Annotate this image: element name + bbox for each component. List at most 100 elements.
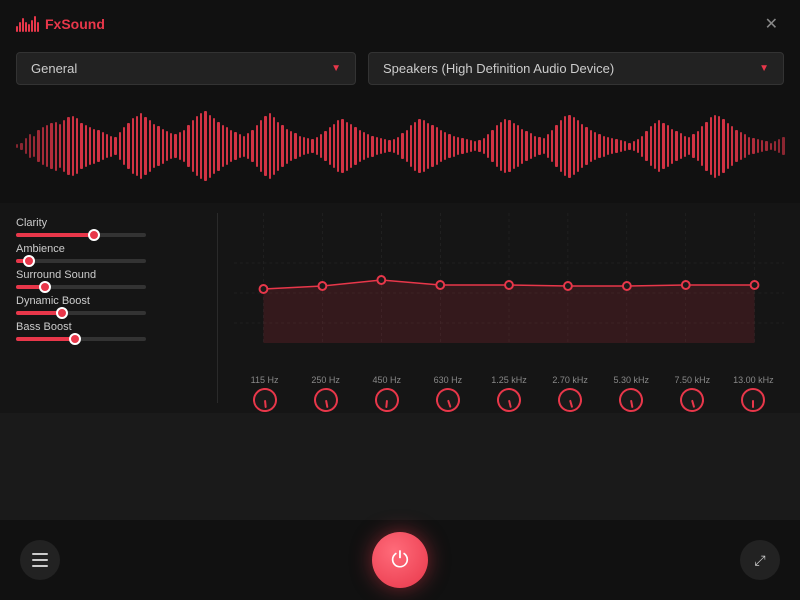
wave-bar xyxy=(688,137,690,156)
wave-bar xyxy=(37,130,39,163)
wave-bar xyxy=(633,141,635,150)
wave-bar xyxy=(680,133,682,159)
wave-bar xyxy=(179,132,181,160)
wave-bar xyxy=(457,137,459,156)
eq-knob-8[interactable] xyxy=(741,388,765,412)
wave-bar xyxy=(239,134,241,157)
preset-dropdown[interactable]: General ▼ xyxy=(16,52,356,85)
sliders-panel: ClarityAmbienceSurround SoundDynamic Boo… xyxy=(16,213,201,403)
wave-bar xyxy=(555,125,557,167)
device-dropdown[interactable]: Speakers (High Definition Audio Device) … xyxy=(368,52,784,85)
equalizer-panel: 115 Hz250 Hz450 Hz630 Hz1.25 kHz2.70 kHz… xyxy=(217,213,784,403)
eq-band-col-5: 2.70 kHz xyxy=(544,375,596,412)
wave-bar xyxy=(483,138,485,154)
slider-track-surround-sound[interactable] xyxy=(16,285,146,289)
wave-bar xyxy=(671,129,673,164)
slider-thumb[interactable] xyxy=(39,281,51,293)
logo-icon xyxy=(16,16,39,32)
wave-bar xyxy=(538,137,540,156)
wave-bar xyxy=(341,119,343,173)
menu-button[interactable] xyxy=(20,540,60,580)
wave-bar xyxy=(174,134,176,157)
wave-bar xyxy=(93,129,95,164)
wave-bar xyxy=(667,125,669,167)
wave-bar xyxy=(765,141,767,150)
eq-band-col-2: 450 Hz xyxy=(361,375,413,412)
wave-bar xyxy=(192,120,194,171)
eq-knob-7[interactable] xyxy=(677,385,707,415)
wave-bar xyxy=(564,116,566,177)
wave-bar xyxy=(692,134,694,157)
wave-bar xyxy=(628,143,630,150)
wave-bar xyxy=(393,139,395,153)
wave-bar xyxy=(551,130,553,163)
wave-bar xyxy=(380,138,382,154)
eq-band-col-4: 1.25 kHz xyxy=(483,375,535,412)
wave-bar xyxy=(525,131,527,161)
wave-bar xyxy=(346,122,348,171)
wave-bar xyxy=(46,125,48,167)
wave-bar xyxy=(294,133,296,159)
wave-bar xyxy=(144,117,146,175)
close-button[interactable]: ✕ xyxy=(759,12,784,36)
wave-bar xyxy=(513,123,515,170)
eq-knob-0[interactable] xyxy=(251,387,277,413)
wave-bar xyxy=(397,137,399,156)
wave-bar xyxy=(594,132,596,160)
wave-bar xyxy=(217,122,219,171)
eq-freq-label-7: 7.50 kHz xyxy=(675,375,711,385)
expand-button[interactable]: ⤢ xyxy=(740,540,780,580)
slider-track-clarity[interactable] xyxy=(16,233,146,237)
wave-bar xyxy=(230,130,232,163)
eq-knob-4[interactable] xyxy=(495,386,524,415)
wave-bar xyxy=(761,140,763,152)
slider-thumb[interactable] xyxy=(88,229,100,241)
wave-bar xyxy=(25,138,27,154)
wave-bar xyxy=(354,127,356,164)
eq-knob-1[interactable] xyxy=(312,386,340,414)
eq-svg xyxy=(234,213,784,373)
wave-bar xyxy=(752,138,754,154)
slider-thumb[interactable] xyxy=(23,255,35,267)
wave-bar xyxy=(316,137,318,156)
wave-bar xyxy=(543,138,545,154)
wave-bar xyxy=(136,116,138,177)
wave-bar xyxy=(658,120,660,171)
wave-bar xyxy=(410,125,412,167)
slider-track-dynamic-boost[interactable] xyxy=(16,311,146,315)
slider-thumb[interactable] xyxy=(56,307,68,319)
wave-bar xyxy=(517,125,519,167)
wave-bar xyxy=(496,125,498,167)
wave-bar xyxy=(204,111,206,181)
wave-bar xyxy=(209,115,211,178)
wave-bar xyxy=(735,130,737,163)
wave-bar xyxy=(508,120,510,171)
slider-label-dynamic-boost: Dynamic Boost xyxy=(16,295,201,307)
eq-knob-3[interactable] xyxy=(433,385,463,415)
wave-bar xyxy=(226,127,228,164)
wave-bar xyxy=(722,119,724,173)
wave-bar xyxy=(140,113,142,178)
wave-bar xyxy=(577,120,579,171)
wave-bar xyxy=(637,139,639,153)
eq-freq-label-6: 5.30 kHz xyxy=(613,375,649,385)
wave-bar xyxy=(675,131,677,161)
wave-bar xyxy=(727,123,729,170)
eq-knob-5[interactable] xyxy=(555,385,585,415)
eq-knob-6[interactable] xyxy=(617,386,645,414)
wave-bar xyxy=(590,130,592,163)
power-button[interactable]: ⏻ xyxy=(372,532,428,588)
wave-bar xyxy=(311,139,313,153)
wave-bar xyxy=(149,120,151,171)
wave-bar xyxy=(222,125,224,167)
wave-bar xyxy=(530,133,532,159)
wave-bar xyxy=(714,115,716,178)
slider-thumb[interactable] xyxy=(69,333,81,345)
wave-bar xyxy=(307,138,309,154)
eq-knob-2[interactable] xyxy=(374,387,400,413)
slider-track-bass-boost[interactable] xyxy=(16,337,146,341)
slider-track-ambience[interactable] xyxy=(16,259,146,263)
wave-bar xyxy=(359,130,361,163)
eq-freq-label-1: 250 Hz xyxy=(311,375,340,385)
wave-bar xyxy=(119,132,121,160)
